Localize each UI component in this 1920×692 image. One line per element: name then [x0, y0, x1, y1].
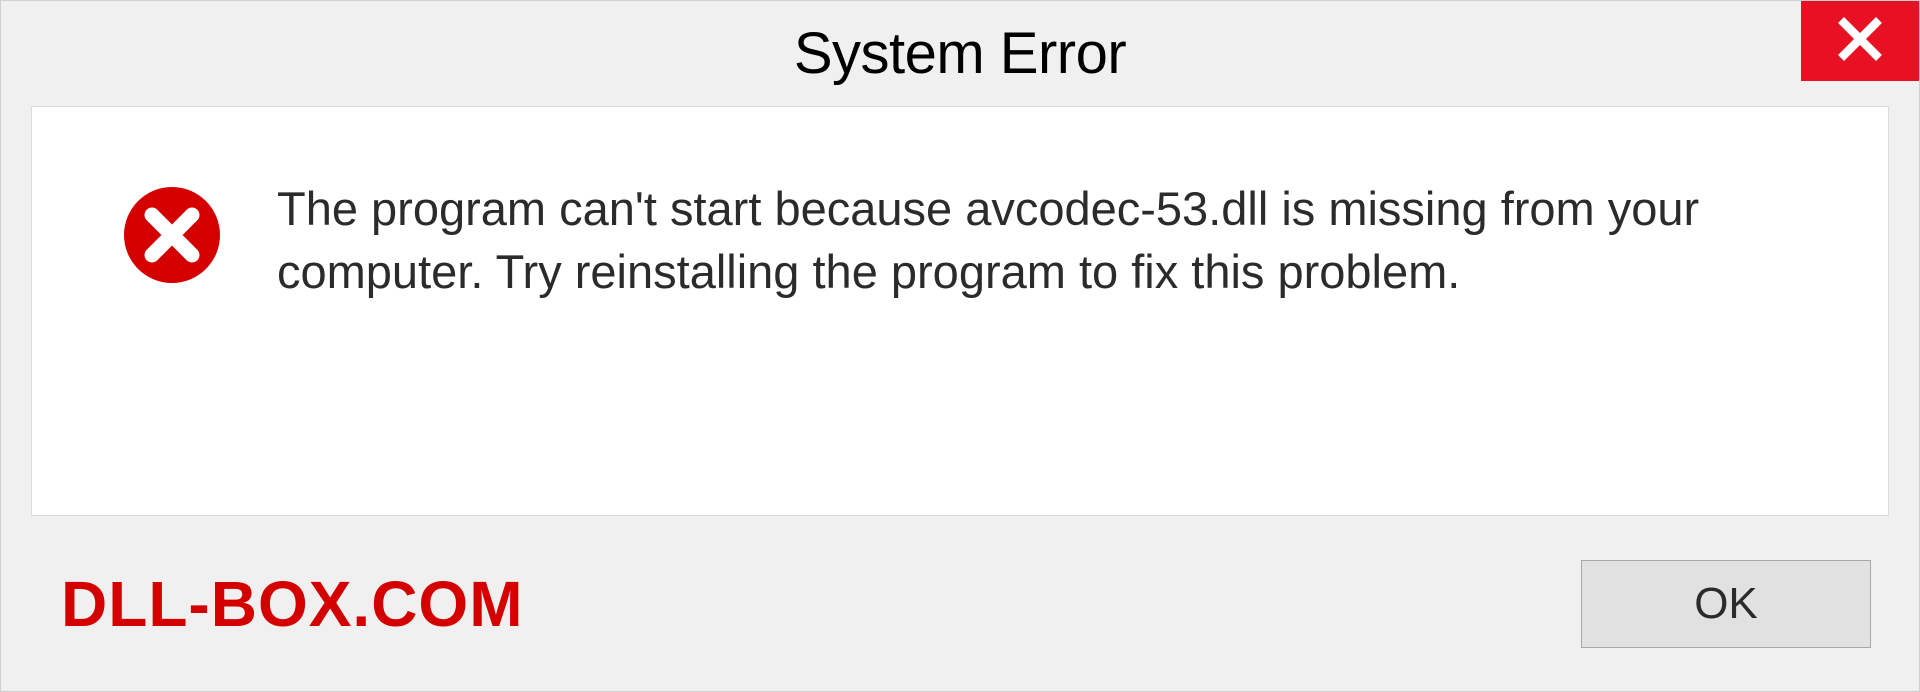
error-dialog: System Error The program can't start bec…	[0, 0, 1920, 692]
ok-button-label: OK	[1694, 579, 1758, 629]
close-button[interactable]	[1801, 1, 1919, 81]
titlebar: System Error	[1, 1, 1919, 106]
dialog-footer: DLL-BOX.COM OK	[1, 516, 1919, 691]
content-area: The program can't start because avcodec-…	[31, 106, 1889, 516]
watermark-text: DLL-BOX.COM	[61, 567, 524, 641]
window-title: System Error	[794, 20, 1126, 87]
error-message: The program can't start because avcodec-…	[277, 177, 1828, 304]
close-icon	[1836, 15, 1884, 68]
error-icon	[122, 185, 222, 285]
ok-button[interactable]: OK	[1581, 560, 1871, 648]
